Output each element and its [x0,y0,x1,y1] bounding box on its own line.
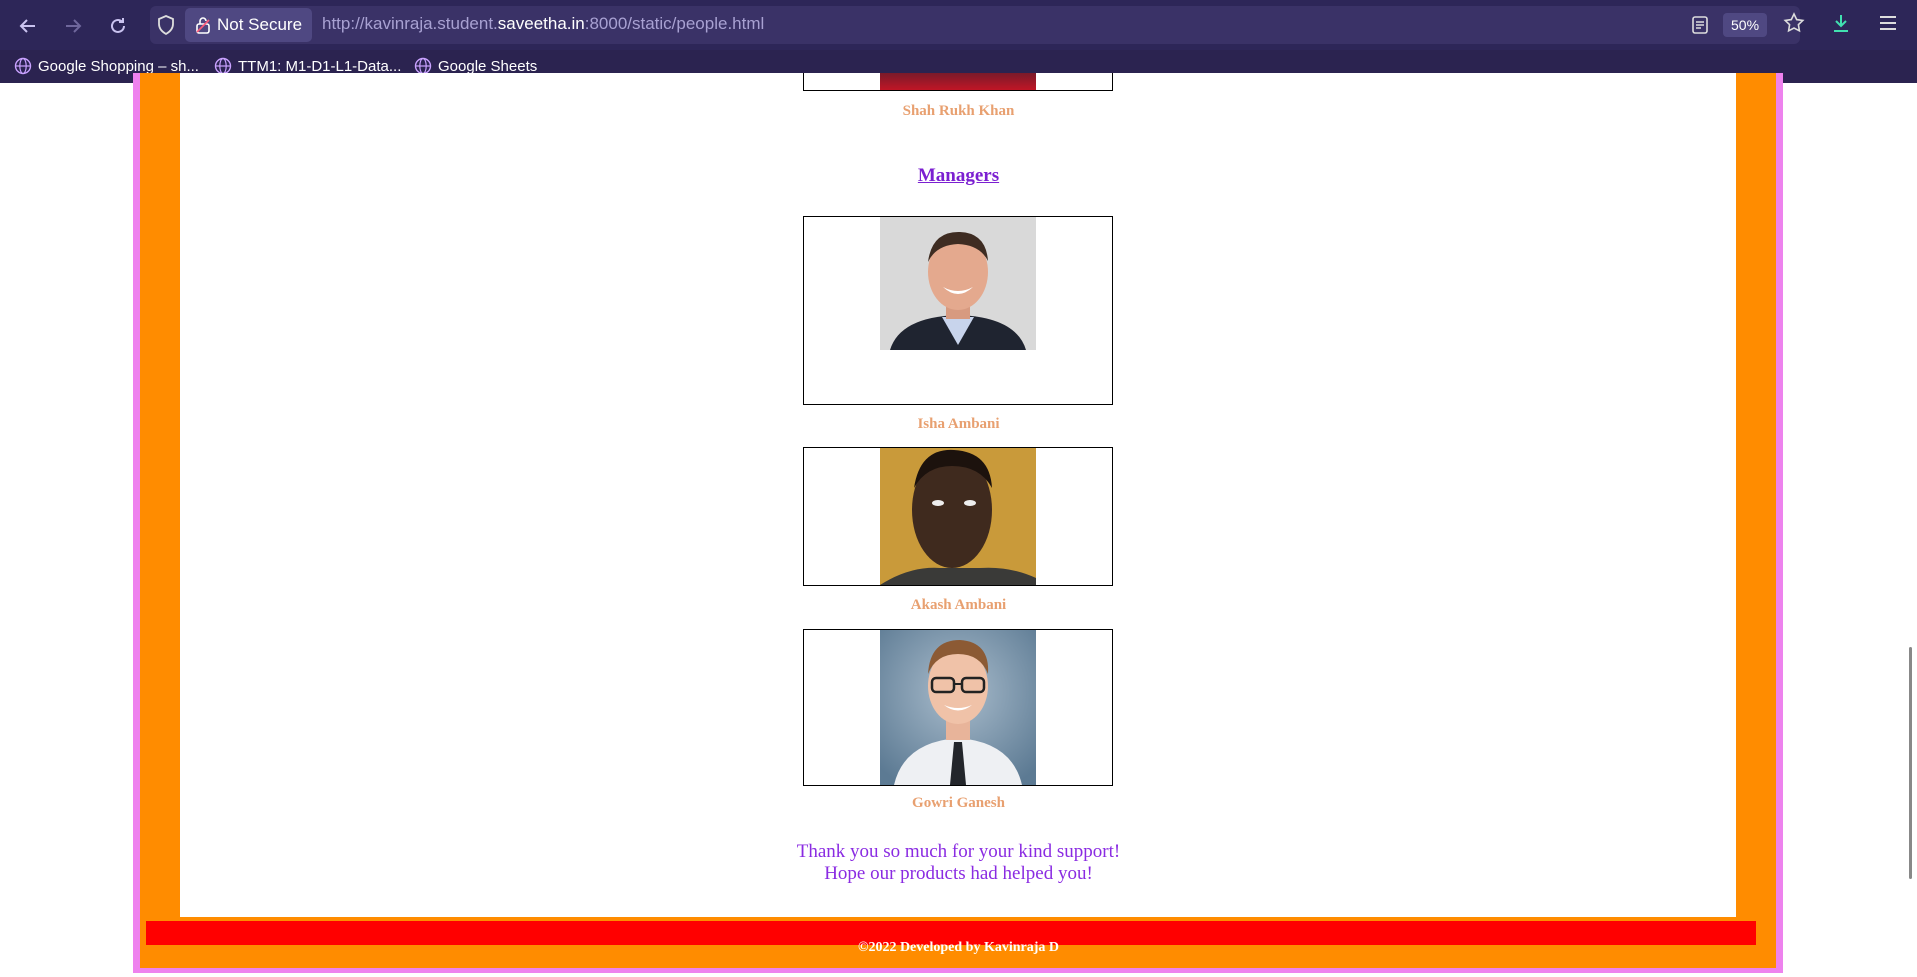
bookmark-label: TTM1: M1-D1-L1-Data... [238,57,402,75]
manager-portrait-image [880,448,1036,585]
page-scrollbar[interactable] [1909,647,1912,879]
not-secure-label: Not Secure [217,15,303,34]
manager-photo [880,448,1036,585]
reload-button[interactable] [104,12,132,40]
hamburger-menu-icon[interactable] [1876,11,1900,35]
broken-lock-icon [196,17,210,34]
section-heading-managers[interactable]: Managers [0,165,1917,187]
bookmark-star-icon[interactable] [1782,11,1806,35]
forward-arrow-icon [66,19,82,33]
url-suffix: :8000/static/people.html [584,14,765,33]
url-text[interactable]: http://kavinraja.student.saveetha.in:800… [322,14,764,34]
manager-photo [880,630,1036,785]
browser-chrome: Not Secure http://kavinraja.student.save… [0,0,1917,83]
web-page: Shah Rukh Khan Managers Isha Ambani Akas… [0,73,1917,977]
manager-portrait-image [880,217,1036,350]
reader-view-icon[interactable] [1688,13,1712,37]
manager-name: Gowri Ganesh [912,795,1005,811]
zoom-level-button[interactable]: 50% [1723,13,1768,37]
url-domain: saveetha.in [497,14,585,33]
manager-card [803,216,1113,405]
back-arrow-icon [19,19,35,33]
manager-name: Akash Ambani [910,597,1007,613]
download-icon[interactable] [1829,11,1853,35]
forward-button[interactable] [59,12,87,40]
not-secure-badge[interactable]: Not Secure [185,8,313,42]
person-card-top [803,73,1113,91]
url-prefix: http://kavinraja.student. [322,14,498,33]
manager-card [803,629,1113,786]
back-button[interactable] [14,12,42,40]
bookmark-label: Google Shopping – sh... [38,57,199,75]
footer-copyright: ©2022 Developed by Kavinraja D [857,940,1059,955]
person-photo [880,73,1036,90]
thank-you-message: Thank you so much for your kind support!… [0,841,1917,885]
manager-photo [880,217,1036,350]
browser-toolbar: Not Secure http://kavinraja.student.save… [0,0,1917,50]
person-name: Shah Rukh Khan [902,103,1015,119]
shield-icon[interactable] [155,14,177,36]
manager-card [803,447,1113,586]
reload-icon [111,18,125,33]
globe-icon [14,57,32,75]
thanks-line-2: Hope our products had helped you! [824,863,1093,884]
manager-name: Isha Ambani [917,416,1000,432]
bookmark-label: Google Sheets [438,57,538,75]
thanks-line-1: Thank you so much for your kind support! [796,841,1121,862]
manager-portrait-image [880,630,1036,785]
